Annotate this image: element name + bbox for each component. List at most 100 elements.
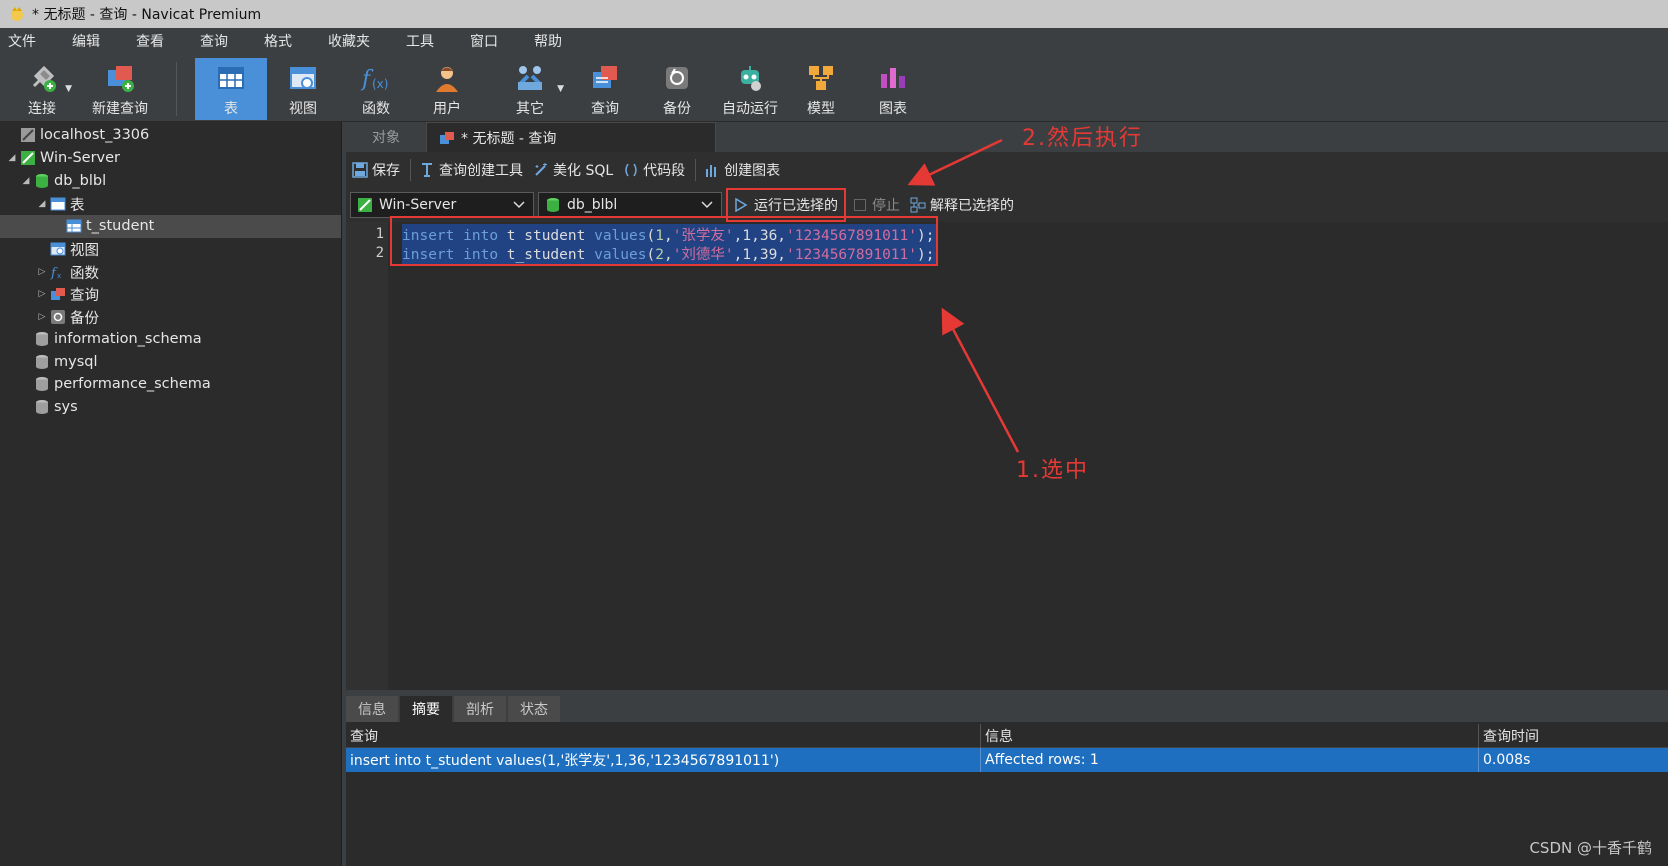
menu-tools[interactable]: 工具 bbox=[398, 28, 448, 56]
tree-label: 查询 bbox=[70, 287, 99, 304]
table-label: 表 bbox=[224, 101, 238, 117]
automation-button[interactable]: 自动运行 bbox=[716, 58, 784, 120]
query-toolbar: 保存 查询创建工具 美化 SQL 代码段 创建图表 bbox=[346, 152, 1668, 188]
tab-status[interactable]: 状态 bbox=[508, 696, 560, 722]
tree-item-tables[interactable]: ◢ 表 bbox=[0, 193, 341, 216]
save-button[interactable]: 保存 bbox=[352, 160, 400, 180]
function-button[interactable]: f (x) 函数 bbox=[345, 58, 407, 120]
tab-summary[interactable]: 摘要 bbox=[400, 696, 452, 722]
stop-label: 停止 bbox=[872, 198, 900, 214]
tree-item-win-server[interactable]: ◢ Win-Server bbox=[0, 147, 341, 170]
result-table-header: 查询 信息 查询时间 bbox=[346, 724, 1668, 748]
tree-label: 函数 bbox=[70, 265, 99, 282]
backup-icon bbox=[51, 310, 65, 325]
view-icon bbox=[290, 67, 316, 89]
connection-select[interactable]: Win-Server bbox=[350, 192, 534, 218]
beautify-sql-button[interactable]: 美化 SQL bbox=[533, 160, 613, 180]
view-label: 视图 bbox=[289, 101, 317, 117]
snippet-button[interactable]: 代码段 bbox=[623, 160, 685, 180]
title-bar: * 无标题 - 查询 - Navicat Premium bbox=[0, 0, 1668, 28]
query-icon bbox=[440, 131, 454, 144]
result-tabs: 信息 摘要 剖析 状态 bbox=[346, 694, 1668, 722]
cell-info: Affected rows: 1 bbox=[981, 748, 1479, 772]
backup-button[interactable]: 备份 bbox=[646, 58, 708, 120]
window-title: * 无标题 - 查询 - Navicat Premium bbox=[32, 7, 262, 23]
tab-query[interactable]: * 无标题 - 查询 bbox=[426, 122, 716, 152]
function-label: 函数 bbox=[362, 101, 390, 117]
column-header-info[interactable]: 信息 bbox=[981, 724, 1479, 748]
sql-editor[interactable]: 1 2 insert into t_student values(1,'张学友'… bbox=[346, 216, 1668, 690]
stop-icon bbox=[854, 199, 866, 211]
tab-info[interactable]: 信息 bbox=[346, 696, 398, 722]
menu-view[interactable]: 查看 bbox=[128, 28, 178, 56]
column-header-query[interactable]: 查询 bbox=[346, 724, 981, 748]
menu-format[interactable]: 格式 bbox=[256, 28, 306, 56]
stop-button[interactable]: 停止 bbox=[854, 195, 900, 215]
line-number: 2 bbox=[375, 245, 384, 261]
connection-select-value: Win-Server bbox=[379, 197, 457, 213]
line-number: 1 bbox=[375, 226, 384, 242]
query-button[interactable]: 查询 bbox=[574, 58, 636, 120]
column-header-time[interactable]: 查询时间 bbox=[1479, 724, 1668, 748]
menu-query[interactable]: 查询 bbox=[192, 28, 242, 56]
model-button[interactable]: 模型 bbox=[790, 58, 852, 120]
view-icon bbox=[50, 242, 66, 256]
tree-item-views[interactable]: 视图 bbox=[0, 238, 341, 261]
tree-item-mysql[interactable]: mysql bbox=[0, 351, 341, 374]
tree-label: db_blbl bbox=[54, 173, 107, 190]
backup-label: 备份 bbox=[663, 101, 691, 117]
cell-query: insert into t_student values(1,'张学友',1,3… bbox=[346, 748, 981, 772]
chart-button[interactable]: 图表 bbox=[862, 58, 924, 120]
tab-objects[interactable]: 对象 bbox=[346, 122, 426, 152]
other-button[interactable]: 其它 ▼ bbox=[494, 58, 566, 120]
tree-item-functions[interactable]: ▷ fx 函数 bbox=[0, 261, 341, 284]
database-select[interactable]: db_blbl bbox=[538, 192, 722, 218]
connection-active-icon bbox=[358, 198, 372, 212]
menu-help[interactable]: 帮助 bbox=[526, 28, 576, 56]
tree-item-information-schema[interactable]: information_schema bbox=[0, 328, 341, 351]
table-row[interactable]: insert into t_student values(1,'张学友',1,3… bbox=[346, 748, 1668, 772]
tree-item-db-blbl[interactable]: ◢ db_blbl bbox=[0, 170, 341, 193]
tree-item-t-student[interactable]: t_student bbox=[0, 215, 341, 238]
connection-active-icon bbox=[21, 151, 35, 166]
collapse-icon[interactable]: ◢ bbox=[36, 199, 48, 209]
tree-item-backups[interactable]: ▷ 备份 bbox=[0, 306, 341, 329]
run-selected-label: 运行已选择的 bbox=[754, 198, 838, 214]
view-button[interactable]: 视图 bbox=[272, 58, 334, 120]
line-number-gutter: 1 2 bbox=[346, 222, 388, 690]
menu-edit[interactable]: 编辑 bbox=[64, 28, 114, 56]
database-select-value: db_blbl bbox=[567, 197, 618, 213]
connect-dropdown-icon[interactable]: ▼ bbox=[65, 84, 72, 94]
new-query-button[interactable]: 新建查询 bbox=[88, 58, 152, 120]
new-query-label: 新建查询 bbox=[92, 101, 148, 117]
table-button[interactable]: 表 bbox=[195, 58, 267, 120]
other-dropdown-icon[interactable]: ▼ bbox=[557, 84, 564, 94]
collapse-icon[interactable]: ◢ bbox=[20, 176, 32, 186]
query-builder-button[interactable]: 查询创建工具 bbox=[419, 160, 523, 180]
tree-item-performance-schema[interactable]: performance_schema bbox=[0, 373, 341, 396]
explain-selected-button[interactable]: 解释已选择的 bbox=[910, 195, 1014, 215]
menu-window[interactable]: 窗口 bbox=[462, 28, 512, 56]
query-builder-icon bbox=[422, 163, 432, 177]
expand-icon[interactable]: ▷ bbox=[36, 312, 48, 322]
expand-icon[interactable]: ▷ bbox=[36, 289, 48, 299]
create-chart-button[interactable]: 创建图表 bbox=[704, 160, 780, 180]
tree-label: localhost_3306 bbox=[40, 127, 150, 144]
menu-file[interactable]: 文件 bbox=[0, 28, 50, 56]
chart-icon bbox=[881, 68, 905, 88]
plug-icon bbox=[32, 65, 56, 92]
chevron-down-icon bbox=[701, 201, 713, 209]
annotation-step2: 2.然后执行 bbox=[1022, 126, 1143, 151]
tree-item-localhost[interactable]: localhost_3306 bbox=[0, 124, 341, 147]
query-builder-label: 查询创建工具 bbox=[439, 163, 523, 179]
tree-item-queries[interactable]: ▷ 查询 bbox=[0, 283, 341, 306]
user-button[interactable]: 用户 bbox=[416, 58, 478, 120]
menu-favorites[interactable]: 收藏夹 bbox=[320, 28, 384, 56]
svg-text:x: x bbox=[57, 272, 61, 280]
tab-profile[interactable]: 剖析 bbox=[454, 696, 506, 722]
tree-item-sys[interactable]: sys bbox=[0, 396, 341, 419]
user-label: 用户 bbox=[433, 101, 461, 117]
connect-button[interactable]: 连接 ▼ bbox=[10, 58, 74, 120]
expand-icon[interactable]: ▷ bbox=[36, 267, 48, 277]
collapse-icon[interactable]: ◢ bbox=[6, 153, 18, 163]
